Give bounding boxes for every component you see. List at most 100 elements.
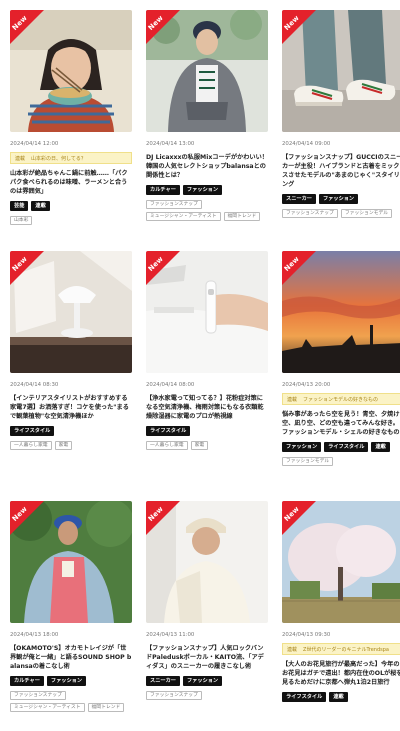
article-thumbnail[interactable]: New xyxy=(10,251,132,373)
series-label: 連載 xyxy=(287,396,298,403)
keyword-tags: 山本彩 xyxy=(10,216,132,225)
new-badge: New xyxy=(10,10,44,44)
new-badge: New xyxy=(282,10,316,44)
keyword-tags: 一人暮らし家電 家電 xyxy=(10,441,132,450)
keyword-tag[interactable]: 福岡トレンド xyxy=(87,703,125,712)
article-thumbnail[interactable]: New xyxy=(282,501,400,623)
keyword-tag[interactable]: ファッションモデル xyxy=(340,209,393,218)
category-tag[interactable]: ライフスタイル xyxy=(324,442,369,452)
article-thumbnail[interactable]: New xyxy=(146,251,268,373)
article-thumbnail[interactable]: New xyxy=(282,251,400,373)
article-card[interactable]: New 2024/04/14 12:00 連載 山本彩の日、何してる？ 山本彩が絶品ちゃ… xyxy=(10,10,132,225)
category-tag[interactable]: ライフスタイル xyxy=(282,692,327,702)
new-badge: New xyxy=(146,251,180,285)
category-tags: ライフスタイル 連載 xyxy=(282,692,400,702)
category-tags: ライフスタイル xyxy=(146,426,268,436)
series-banner[interactable]: 連載 ファッションモデルの好きなもの xyxy=(282,393,400,405)
article-date: 2024/04/13 20:00 xyxy=(282,382,331,388)
article-title[interactable]: 山本彩が絶品ちゃんこ鍋に前触……「パクパク食べられるのは味噌、ラーメンと合うのは… xyxy=(10,169,132,196)
keyword-tag[interactable]: 福岡トレンド xyxy=(223,212,261,221)
keyword-tag[interactable]: 山本彩 xyxy=(10,216,33,225)
keyword-tag[interactable]: ファッションスナップ xyxy=(146,691,202,700)
series-banner[interactable]: 連載 Z世代のリーダーのキニナルTrendspa xyxy=(282,643,400,655)
category-tag[interactable]: 芸能 xyxy=(10,201,29,211)
keyword-tags: ファッションスナップミュージシャン・アーティスト 福岡トレンド xyxy=(146,200,268,221)
article-date: 2024/04/14 09:00 xyxy=(282,141,331,147)
series-label: 連載 xyxy=(15,155,26,162)
article-title[interactable]: 【インテリアスタイリストがおすすめする家電7選】お洒落すぎ！コケを使った"まるで… xyxy=(10,394,132,421)
article-card[interactable]: New 2024/04/14 13:00 DJ Licaxxxの私服Mixコーデがか… xyxy=(146,10,268,221)
article-card[interactable]: New 2024/04/14 09:00 【ファッションスナップ】GUCCIのスニー… xyxy=(282,10,400,218)
keyword-tags: 一人暮らし家電 家電 xyxy=(146,441,268,450)
category-tag[interactable]: ファッション xyxy=(182,185,223,195)
series-name: ファッションモデルの好きなもの xyxy=(303,396,379,403)
article-date: 2024/04/13 18:00 xyxy=(10,632,59,638)
article-thumbnail[interactable]: New xyxy=(146,10,268,132)
category-tag[interactable]: カルチャー xyxy=(10,676,44,686)
category-tag[interactable]: ファッション xyxy=(182,676,223,686)
article-title[interactable]: 【浄水家電って知ってる？】花粉症対策になる空気清浄機、梅雨対策にもなる衣類乾燥除… xyxy=(146,394,268,421)
keyword-tag[interactable]: ファッションモデル xyxy=(282,457,334,466)
new-badge: New xyxy=(10,501,44,535)
series-banner[interactable]: 連載 山本彩の日、何してる？ xyxy=(10,152,132,164)
keyword-tag[interactable]: 家電 xyxy=(190,441,209,450)
category-tags: スニーカー ファッション xyxy=(146,676,268,686)
category-tag[interactable]: 連載 xyxy=(31,201,50,211)
article-thumbnail[interactable]: New xyxy=(10,10,132,132)
article-card[interactable]: New 2024/04/14 08:30 【インテリアスタイリストがおすすめする家電… xyxy=(10,251,132,450)
keyword-tags: ファッションスナップミュージシャン・アーティスト 福岡トレンド xyxy=(10,691,132,712)
keyword-tags: ファッションスナップ ファッションモデル xyxy=(282,209,400,218)
article-title[interactable]: 【ファッションスナップ】GUCCIのスニーカーが主役！ハイブランドと古着をミック… xyxy=(282,153,400,189)
category-tags: ファッション ライフスタイル 連載 xyxy=(282,442,400,452)
category-tags: 芸能 連載 xyxy=(10,201,132,211)
category-tag[interactable]: 連載 xyxy=(371,442,390,452)
category-tag[interactable]: 連載 xyxy=(329,692,348,702)
category-tag[interactable]: ファッション xyxy=(318,194,359,204)
series-name: Z世代のリーダーのキニナルTrendspa xyxy=(303,646,389,653)
article-date: 2024/04/14 08:00 xyxy=(146,382,195,388)
category-tag[interactable]: ライフスタイル xyxy=(10,426,55,436)
article-date: 2024/04/14 13:00 xyxy=(146,141,195,147)
category-tags: スニーカー ファッション xyxy=(282,194,400,204)
keyword-tag[interactable]: 一人暮らし家電 xyxy=(10,441,52,450)
article-title[interactable]: DJ Licaxxxの私服Mixコーデがかわいい！韓国の人気セレクトショップba… xyxy=(146,153,268,180)
category-tags: ライフスタイル xyxy=(10,426,132,436)
keyword-tags: ファッションスナップ xyxy=(146,691,268,700)
article-thumbnail[interactable]: New xyxy=(10,501,132,623)
article-card[interactable]: New 2024/04/13 09:30 連載 Z世代のリーダーのキニナルTrends… xyxy=(282,501,400,702)
article-title[interactable]: 【ファッションスナップ】人気ロックバンドPaleduskボーカル・KAITO流、… xyxy=(146,644,268,671)
new-badge: New xyxy=(146,10,180,44)
category-tags: カルチャー ファッション xyxy=(146,185,268,195)
category-tags: カルチャー ファッション xyxy=(10,676,132,686)
article-title[interactable]: 【OKAMOTO'S】オカモトレイジが「世界観が俺と一緒」と語るSOUND SH… xyxy=(10,644,132,671)
category-tag[interactable]: スニーカー xyxy=(282,194,316,204)
keyword-tag[interactable]: ミュージシャン・アーティスト xyxy=(146,212,221,221)
article-card[interactable]: New 2024/04/13 20:00 連載 ファッションモデルの好きなもの 悩み事が… xyxy=(282,251,400,466)
article-date: 2024/04/14 08:30 xyxy=(10,382,59,388)
category-tag[interactable]: スニーカー xyxy=(146,676,180,686)
keyword-tag[interactable]: ファッションスナップ xyxy=(10,691,66,700)
new-badge: New xyxy=(146,501,180,535)
article-thumbnail[interactable]: New xyxy=(282,10,400,132)
article-date: 2024/04/13 09:30 xyxy=(282,632,331,638)
keyword-tag[interactable]: ファッションスナップ xyxy=(146,200,202,209)
keyword-tag[interactable]: 家電 xyxy=(54,441,73,450)
article-date: 2024/04/13 11:00 xyxy=(146,632,195,638)
category-tag[interactable]: ライフスタイル xyxy=(146,426,191,436)
article-card[interactable]: New 2024/04/13 18:00 【OKAMOTO'S】オカモトレイジが「世… xyxy=(10,501,132,712)
category-tag[interactable]: ファッション xyxy=(282,442,322,452)
article-title[interactable]: 【大人のお花見旅行が最高だった】今年のお花見はガチで遠出！都内在住のOLが桜を見… xyxy=(282,660,400,687)
article-thumbnail[interactable]: New xyxy=(146,501,268,623)
keyword-tag[interactable]: ミュージシャン・アーティスト xyxy=(10,703,85,712)
keyword-tags: ファッションモデル xyxy=(282,457,400,466)
series-label: 連載 xyxy=(287,646,298,653)
article-date: 2024/04/14 12:00 xyxy=(10,141,59,147)
category-tag[interactable]: ファッション xyxy=(46,676,87,686)
article-title[interactable]: 悩み事があったら空を見う！青空、夕焼け空、凪り空、どの空も違ってみんな好き。ファ… xyxy=(282,410,400,437)
category-tag[interactable]: カルチャー xyxy=(146,185,180,195)
new-badge: New xyxy=(10,251,44,285)
keyword-tag[interactable]: 一人暮らし家電 xyxy=(146,441,188,450)
keyword-tag[interactable]: ファッションスナップ xyxy=(282,209,338,218)
article-card[interactable]: New 2024/04/14 08:00 【浄水家電って知ってる？】花粉症対策になる… xyxy=(146,251,268,450)
article-card[interactable]: New 2024/04/13 11:00 【ファッションスナップ】人気ロックバンドP… xyxy=(146,501,268,700)
